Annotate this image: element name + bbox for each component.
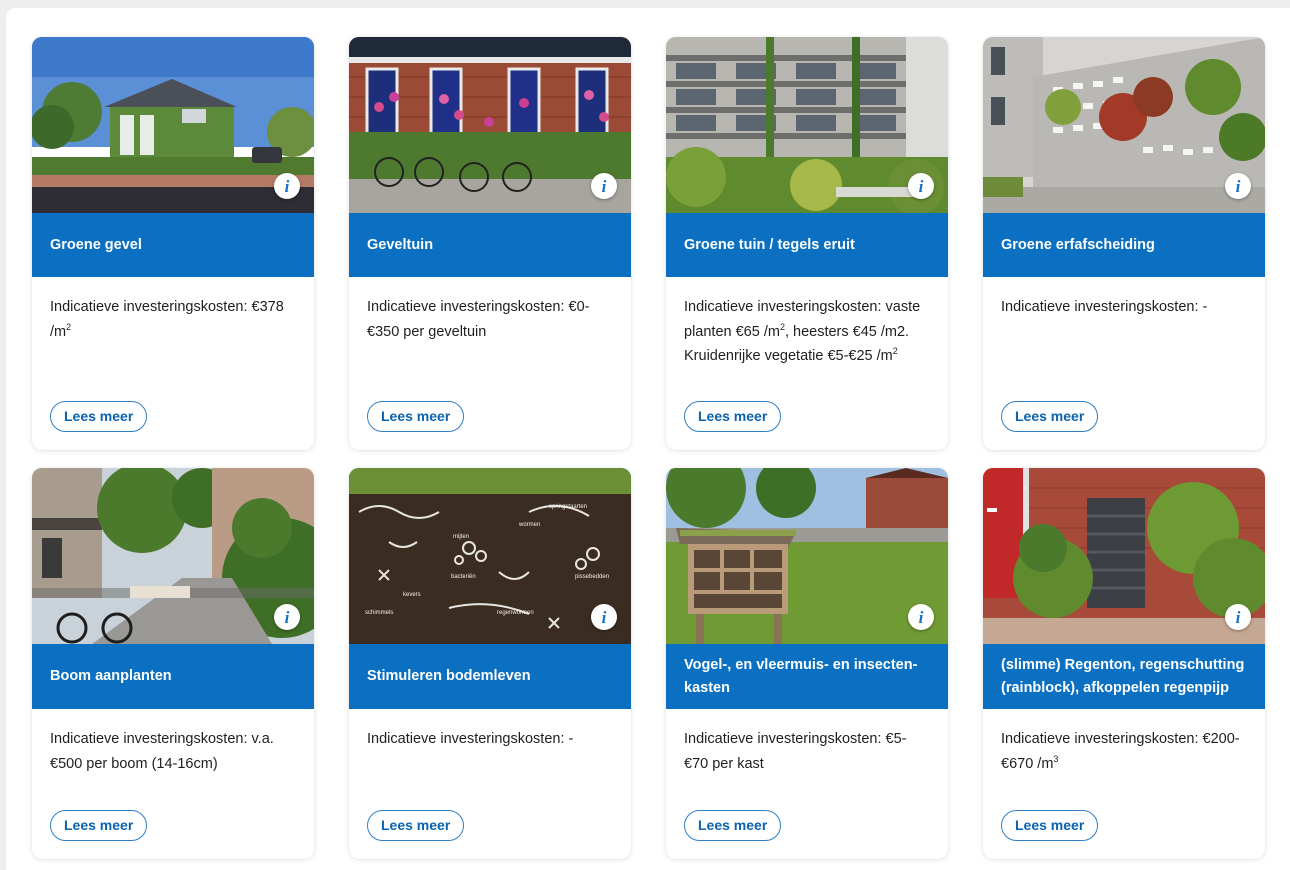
- read-more-button[interactable]: Lees meer: [367, 401, 465, 432]
- insect-hotel-photo: [666, 468, 948, 644]
- read-more-button[interactable]: Lees meer: [50, 810, 148, 841]
- card-title: (slimme) Regenton, regenschutting (rainb…: [983, 644, 1265, 709]
- card-boom-aanplanten: i Boom aanplanten Indicatieve investerin…: [32, 468, 314, 859]
- cost-description: Indicatieve investeringskosten: -: [367, 731, 574, 747]
- read-more-button[interactable]: Lees meer: [684, 401, 782, 432]
- rain-barrel-photo: [983, 468, 1265, 644]
- card-groene-erfafscheiding: i Groene erfafscheiding Indicatieve inve…: [983, 37, 1265, 450]
- card-cost-text: Indicatieve investeringskosten: €5-€70 p…: [666, 709, 948, 859]
- street-trees-photo: [32, 468, 314, 644]
- cost-description: Indicatieve investeringskosten: v.a. €50…: [50, 731, 274, 772]
- info-icon[interactable]: i: [908, 173, 934, 199]
- info-icon[interactable]: i: [591, 173, 617, 199]
- card-cost-text: Indicatieve investeringskosten: vaste pl…: [666, 277, 948, 450]
- card-title: Geveltuin: [349, 213, 631, 277]
- card-title: Vogel-, en vleermuis- en insecten­kasten: [666, 644, 948, 709]
- card-image: i: [983, 468, 1265, 644]
- card-cost-text: Indicatieve investeringskosten: €378 /m2…: [32, 277, 314, 450]
- green-garden-photo: [666, 37, 948, 213]
- cost-description: Indicatieve investeringskosten: €378 /m2: [50, 299, 284, 340]
- card-cost-text: Indicatieve investeringskosten: €0-€350 …: [349, 277, 631, 450]
- card-geveltuin: i Geveltuin Indicatieve investeringskost…: [349, 37, 631, 450]
- read-more-button[interactable]: Lees meer: [1001, 401, 1099, 432]
- card-cost-text: Indicatieve investeringskosten: v.a. €50…: [32, 709, 314, 859]
- card-image: i: [32, 37, 314, 213]
- info-icon[interactable]: i: [591, 604, 617, 630]
- soil-label: kevers: [403, 592, 421, 598]
- info-icon[interactable]: i: [274, 604, 300, 630]
- soil-label: regenwormen: [497, 610, 534, 616]
- soil-label: wormen: [518, 522, 540, 528]
- card-title: Stimuleren bodemleven: [349, 644, 631, 709]
- card-nestkasten: i Vogel-, en vleermuis- en insecten­kast…: [666, 468, 948, 859]
- soil-label: schimmels: [365, 610, 393, 616]
- info-icon[interactable]: i: [1225, 173, 1251, 199]
- card-title: Groene gevel: [32, 213, 314, 277]
- info-icon[interactable]: i: [1225, 604, 1251, 630]
- green-facade-photo: [32, 37, 314, 213]
- soil-label: bacteriën: [451, 574, 476, 580]
- soil-label: mijten: [453, 534, 469, 540]
- cost-description: Indicatieve investeringskosten: vaste pl…: [684, 299, 921, 364]
- cost-description: Indicatieve investeringskosten: €200-€67…: [1001, 731, 1240, 772]
- card-image: i: [349, 37, 631, 213]
- soil-life-illustration: mijten bacteriën wormen pissebedden schi…: [349, 468, 631, 644]
- card-title: Boom aanplanten: [32, 644, 314, 709]
- card-cost-text: Indicatieve investeringskosten: €200-€67…: [983, 709, 1265, 859]
- card-regenton: i (slimme) Regenton, regenschutting (rai…: [983, 468, 1265, 859]
- cost-description: Indicatieve investeringskosten: €0-€350 …: [367, 299, 590, 340]
- card-groene-tuin: i Groene tuin / tegels eruit Indicatieve…: [666, 37, 948, 450]
- card-stimuleren-bodemleven: mijten bacteriën wormen pissebedden schi…: [349, 468, 631, 859]
- card-image: i: [666, 37, 948, 213]
- card-image: mijten bacteriën wormen pissebedden schi…: [349, 468, 631, 644]
- cost-description: Indicatieve investeringskosten: -: [1001, 299, 1208, 315]
- green-fence-photo: [983, 37, 1265, 213]
- card-image: i: [666, 468, 948, 644]
- read-more-button[interactable]: Lees meer: [1001, 810, 1099, 841]
- card-cost-text: Indicatieve investeringskosten: - Lees m…: [983, 277, 1265, 450]
- card-image: i: [32, 468, 314, 644]
- read-more-button[interactable]: Lees meer: [684, 810, 782, 841]
- card-title: Groene erfafscheiding: [983, 213, 1265, 277]
- info-icon[interactable]: i: [274, 173, 300, 199]
- info-icon[interactable]: i: [908, 604, 934, 630]
- card-title: Groene tuin / tegels eruit: [666, 213, 948, 277]
- read-more-button[interactable]: Lees meer: [367, 810, 465, 841]
- card-cost-text: Indicatieve investeringskosten: - Lees m…: [349, 709, 631, 859]
- card-image: i: [983, 37, 1265, 213]
- facade-garden-photo: [349, 37, 631, 213]
- soil-label: pissebedden: [575, 574, 609, 580]
- measures-grid: i Groene gevel Indicatieve investeringsk…: [32, 37, 1265, 859]
- read-more-button[interactable]: Lees meer: [50, 401, 148, 432]
- cost-description: Indicatieve investeringskosten: €5-€70 p…: [684, 731, 907, 772]
- soil-label: springstaarten: [549, 504, 587, 510]
- card-groene-gevel: i Groene gevel Indicatieve investeringsk…: [32, 37, 314, 450]
